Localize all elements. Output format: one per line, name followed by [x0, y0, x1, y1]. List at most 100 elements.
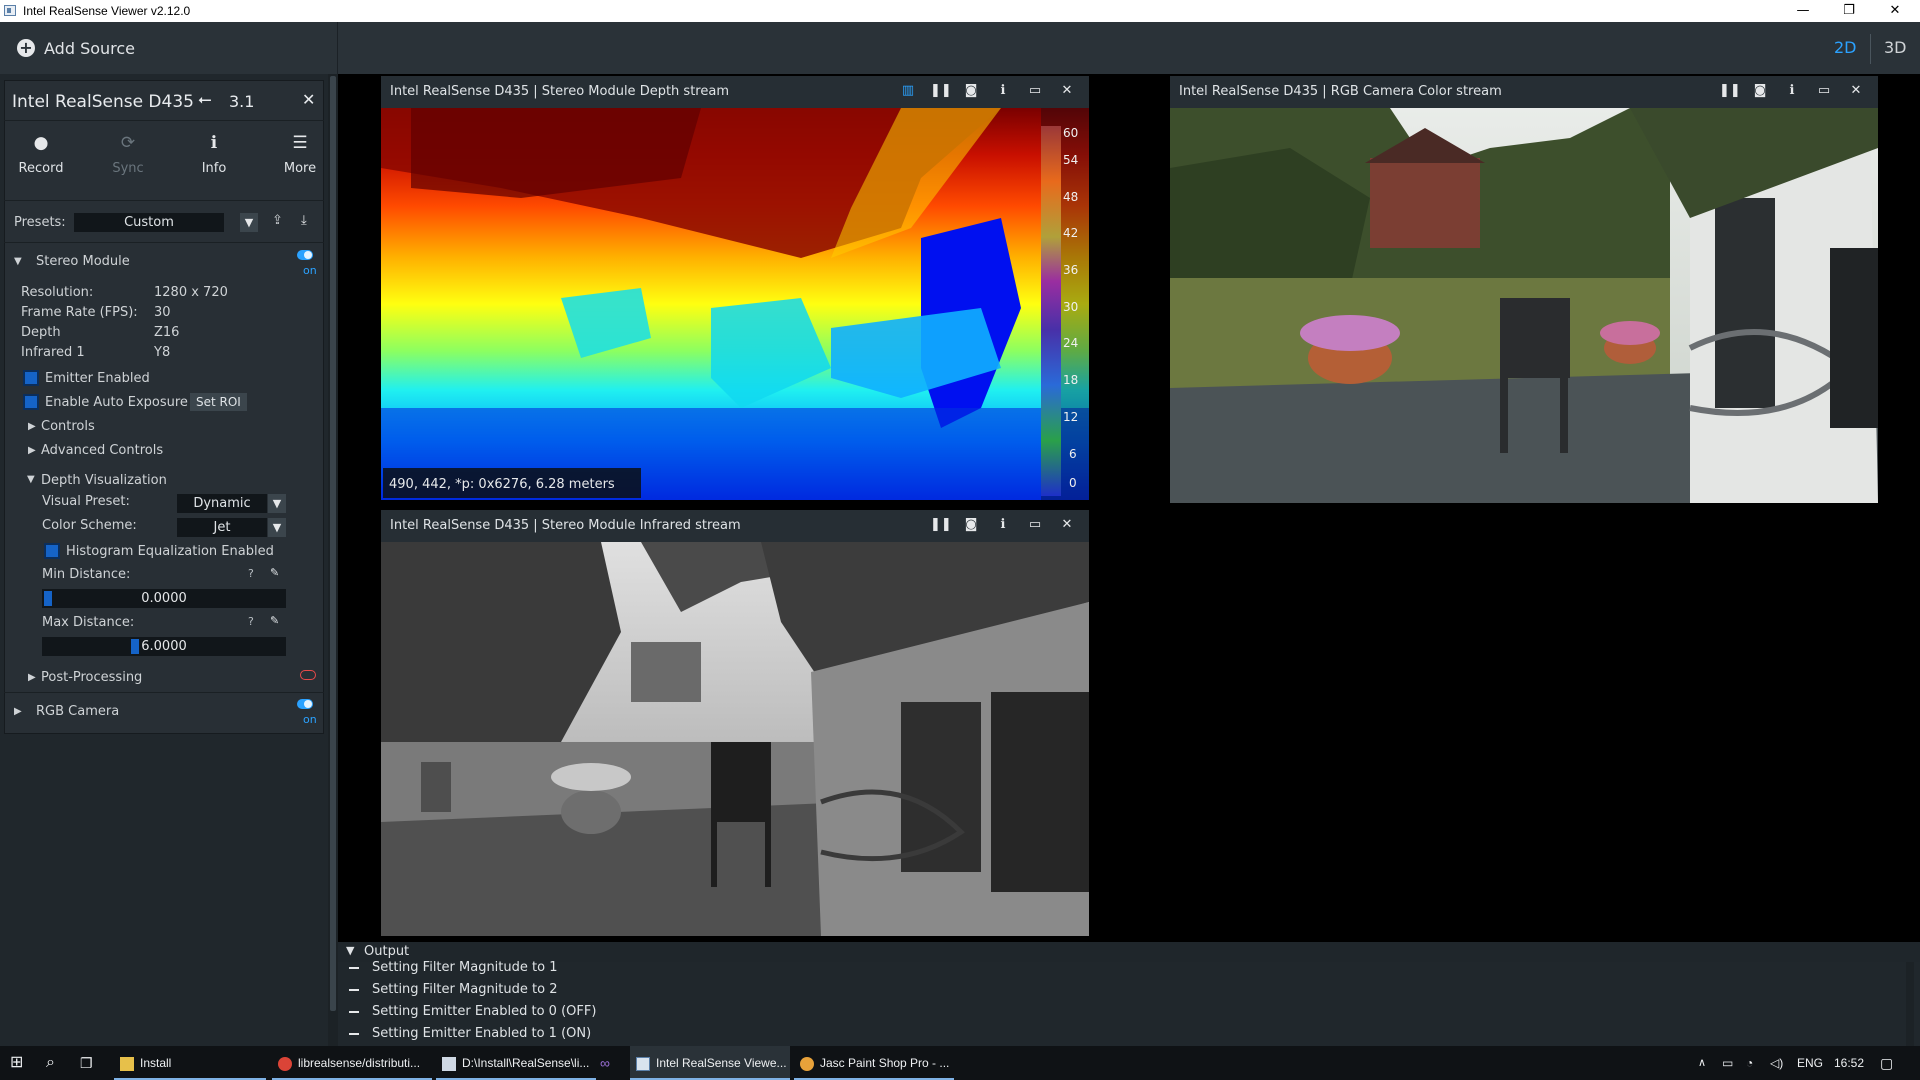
- volume-icon[interactable]: ◁): [1770, 1046, 1788, 1080]
- maximize-icon[interactable]: ▭: [1026, 517, 1044, 535]
- camera-icon[interactable]: ◙: [962, 83, 980, 101]
- task-view-icon[interactable]: ❐: [80, 1046, 100, 1080]
- close-icon[interactable]: ✕: [1058, 517, 1076, 535]
- controls-section[interactable]: Controls: [41, 419, 95, 434]
- set-roi-button[interactable]: Set ROI: [190, 393, 247, 411]
- maximize-icon[interactable]: ▭: [1026, 83, 1044, 101]
- log-bullet-icon: [349, 967, 359, 969]
- battery-icon[interactable]: ▭: [1722, 1046, 1740, 1080]
- camera-icon[interactable]: ◙: [1751, 83, 1769, 101]
- paint-icon: [800, 1056, 814, 1071]
- visual-preset-dropdown-arrow[interactable]: ▼: [268, 494, 286, 513]
- histogram-checkbox[interactable]: [44, 543, 60, 559]
- taskbar-item-realsense[interactable]: Intel RealSense Viewe...: [630, 1046, 790, 1080]
- max-distance-slider[interactable]: 6.0000: [42, 637, 286, 656]
- info-button[interactable]: ℹ Info: [184, 133, 244, 176]
- infrared-stream-image[interactable]: [381, 542, 1089, 936]
- rgb-camera-toggle[interactable]: [297, 699, 313, 709]
- title-bar: Intel RealSense Viewer v2.12.0 — ❐ ✕: [0, 0, 1920, 22]
- download-icon[interactable]: ⤓: [301, 213, 307, 228]
- color-scheme-select[interactable]: Jet: [177, 518, 267, 537]
- collapse-triangle-icon[interactable]: ▼: [14, 256, 22, 267]
- auto-exposure-checkbox[interactable]: [23, 394, 39, 410]
- prop-value[interactable]: 30: [154, 305, 171, 320]
- visual-preset-select[interactable]: Dynamic: [177, 494, 267, 513]
- emitter-checkbox[interactable]: [23, 370, 39, 386]
- notification-icon[interactable]: ▢: [1880, 1046, 1904, 1080]
- edit-icon[interactable]: ✎: [270, 566, 279, 579]
- presets-dropdown-arrow[interactable]: ▼: [240, 213, 258, 232]
- close-window-button[interactable]: ✕: [1872, 0, 1918, 22]
- expand-triangle-icon[interactable]: ▶: [28, 421, 36, 432]
- taskbar-item-notepad[interactable]: D:\Install\RealSense\li...: [436, 1046, 596, 1080]
- pause-icon[interactable]: ❚❚: [1719, 83, 1741, 101]
- info-icon[interactable]: ℹ: [994, 517, 1012, 535]
- pause-icon[interactable]: ❚❚: [930, 83, 952, 101]
- app-icon: [4, 5, 16, 16]
- divider: [4, 692, 324, 693]
- collapse-triangle-icon[interactable]: ▼: [346, 944, 354, 957]
- color-stream-image[interactable]: [1170, 108, 1878, 503]
- expand-triangle-icon[interactable]: ▶: [28, 445, 36, 456]
- taskbar-label: Jasc Paint Shop Pro - ...: [820, 1056, 950, 1070]
- output-scrollbar[interactable]: [1906, 962, 1914, 1046]
- more-button[interactable]: ☰ More: [270, 133, 330, 176]
- sync-button[interactable]: ⟳ Sync: [98, 133, 158, 176]
- close-icon[interactable]: ✕: [1847, 83, 1865, 101]
- search-icon[interactable]: ⌕: [46, 1046, 66, 1080]
- help-icon[interactable]: ?: [248, 567, 254, 580]
- info-icon[interactable]: ℹ: [1783, 83, 1801, 101]
- start-windows-icon[interactable]: ⊞: [10, 1046, 30, 1080]
- pause-icon[interactable]: ❚❚: [930, 517, 952, 535]
- taskbar-item-install[interactable]: Install: [114, 1046, 266, 1080]
- wifi-icon[interactable]: ◔: [1746, 1046, 1764, 1080]
- max-distance-thumb[interactable]: [131, 639, 139, 654]
- color-scheme-dropdown-arrow[interactable]: ▼: [268, 518, 286, 537]
- taskbar-item-paintshop[interactable]: Jasc Paint Shop Pro - ...: [794, 1046, 954, 1080]
- mode-2d-button[interactable]: 2D: [1834, 38, 1857, 57]
- stereo-module-toggle[interactable]: [297, 250, 313, 260]
- scale-tick: 42: [1063, 226, 1079, 240]
- upload-icon[interactable]: ⇪: [272, 213, 283, 228]
- collapse-triangle-icon[interactable]: ▼: [27, 474, 35, 485]
- advanced-controls-section[interactable]: Advanced Controls: [41, 443, 163, 458]
- maximize-icon[interactable]: ▭: [1815, 83, 1833, 101]
- help-icon[interactable]: ?: [248, 615, 254, 628]
- left-scrollbar-thumb[interactable]: [330, 76, 336, 1011]
- depth-visualization-title[interactable]: Depth Visualization: [41, 473, 167, 488]
- min-distance-thumb[interactable]: [44, 591, 52, 606]
- record-button[interactable]: ● Record: [11, 133, 71, 176]
- scale-tick: 0: [1069, 476, 1077, 490]
- prop-value[interactable]: Y8: [154, 345, 170, 360]
- chart-icon[interactable]: ▥: [899, 83, 917, 101]
- presets-select[interactable]: Custom: [74, 213, 224, 232]
- expand-triangle-icon[interactable]: ▶: [28, 672, 36, 683]
- post-processing-section[interactable]: Post-Processing: [41, 670, 142, 685]
- edit-icon[interactable]: ✎: [270, 614, 279, 627]
- visual-preset-label: Visual Preset:: [42, 494, 130, 509]
- depth-stream-image[interactable]: 490, 442, *p: 0x6276, 6.28 meters 60 54 …: [381, 108, 1089, 500]
- scale-tick: 48: [1063, 190, 1079, 204]
- info-icon[interactable]: ℹ: [994, 83, 1012, 101]
- close-device-button[interactable]: ✕: [302, 90, 315, 109]
- rgb-camera-title[interactable]: RGB Camera: [36, 704, 119, 719]
- prop-value[interactable]: 1280 x 720: [154, 285, 228, 300]
- language-indicator[interactable]: ENG: [1797, 1046, 1827, 1080]
- expand-triangle-icon[interactable]: ▶: [14, 706, 22, 717]
- taskbar-item-browser[interactable]: librealsense/distributi...: [272, 1046, 432, 1080]
- visual-studio-icon[interactable]: ∞: [600, 1046, 624, 1080]
- minimize-button[interactable]: —: [1780, 0, 1826, 22]
- chevron-up-icon[interactable]: ∧: [1698, 1046, 1714, 1080]
- post-processing-toggle[interactable]: [300, 670, 316, 680]
- mode-3d-button[interactable]: 3D: [1884, 38, 1907, 57]
- depth-stream-header: Intel RealSense D435 | Stereo Module Dep…: [381, 76, 1089, 108]
- close-icon[interactable]: ✕: [1058, 83, 1076, 101]
- restore-button[interactable]: ❐: [1826, 0, 1872, 22]
- clock[interactable]: 16:52: [1834, 1046, 1870, 1080]
- taskbar-label: Intel RealSense Viewe...: [656, 1056, 787, 1070]
- min-distance-slider[interactable]: 0.0000: [42, 589, 286, 608]
- add-source-button[interactable]: + Add Source: [0, 22, 338, 74]
- output-header[interactable]: ▼ Output: [338, 942, 1920, 962]
- prop-value[interactable]: Z16: [154, 325, 179, 340]
- camera-icon[interactable]: ◙: [962, 517, 980, 535]
